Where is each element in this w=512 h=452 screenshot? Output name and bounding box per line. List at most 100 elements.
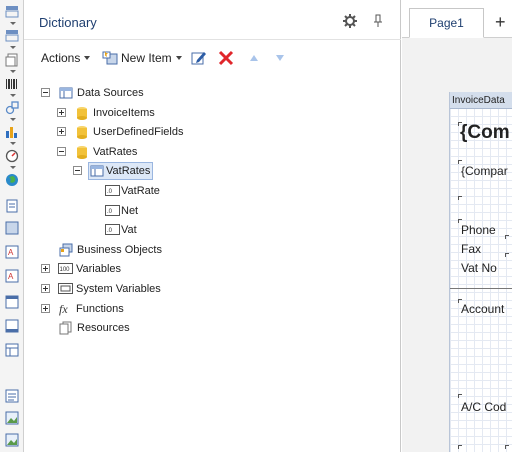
map-icon[interactable]	[3, 172, 20, 188]
expand-toggle[interactable]	[57, 127, 66, 136]
edit-button[interactable]	[191, 49, 207, 67]
column-icon: .0	[105, 205, 120, 216]
database-icon	[75, 145, 89, 159]
data-sources-icon	[59, 86, 73, 100]
actions-label: Actions	[41, 51, 81, 65]
chart-icon[interactable]	[3, 124, 20, 140]
tree-item-variables[interactable]: 100 Variables	[24, 261, 324, 277]
tree-label: Data Sources	[77, 87, 144, 99]
system-variables-icon	[58, 283, 73, 294]
resources-icon	[59, 321, 73, 335]
company-text[interactable]: {Compar	[461, 164, 508, 178]
text-icon[interactable]	[3, 198, 20, 214]
data-icon[interactable]	[3, 52, 20, 68]
expand-arrow-icon[interactable]	[10, 142, 16, 145]
tree-label: Vat	[121, 224, 137, 236]
rich-text-icon[interactable]	[3, 388, 20, 404]
arrow-down-icon	[276, 55, 284, 61]
report-design-area: Page1 + InvoiceData {Com {Compar Phone F…	[402, 0, 512, 452]
svg-text:A: A	[8, 272, 14, 281]
barcode-icon[interactable]	[3, 76, 20, 92]
pin-icon[interactable]	[373, 14, 383, 28]
component-corner	[458, 445, 462, 449]
svg-text:fx: fx	[59, 302, 68, 316]
expand-toggle[interactable]	[41, 264, 50, 273]
tree-item-vat-rates-source[interactable]: VatRates	[24, 144, 324, 160]
text-box-icon[interactable]: A	[3, 244, 20, 260]
svg-text:.0: .0	[107, 209, 113, 215]
table-icon[interactable]	[3, 342, 20, 358]
expand-arrow-icon[interactable]	[10, 46, 16, 49]
tree-item-column-vat-rate[interactable]: .0 VatRate	[24, 183, 324, 199]
variables-icon: 100	[58, 263, 73, 274]
new-item-icon	[102, 51, 118, 65]
panel-icon[interactable]	[3, 220, 20, 236]
page-tabs: Page1 +	[402, 0, 512, 38]
band-footer-icon[interactable]	[3, 318, 20, 334]
tree-label: System Variables	[76, 283, 161, 295]
tree-label: Variables	[76, 263, 122, 275]
tree-label: VatRate	[121, 185, 160, 197]
tree-item-invoice-items[interactable]: InvoiceItems	[24, 105, 324, 121]
image-icon[interactable]: A	[3, 268, 20, 284]
tree-item-business-objects[interactable]: Business Objects	[24, 242, 324, 258]
tab-page1[interactable]: Page1	[409, 8, 484, 38]
vat-no-label[interactable]: Vat No	[461, 261, 497, 275]
tree-item-functions[interactable]: fx Functions	[24, 301, 324, 317]
account-label[interactable]: Account	[461, 302, 504, 316]
gear-icon[interactable]	[343, 14, 357, 28]
tree-item-column-vat[interactable]: .0 Vat	[24, 222, 324, 238]
move-down-button[interactable]	[274, 49, 286, 67]
expand-arrow-icon[interactable]	[10, 94, 16, 97]
report-designer-window: A A Dictionary Actions New Item Data Sou…	[0, 0, 512, 452]
collapse-toggle[interactable]	[57, 147, 66, 156]
expand-arrow-icon[interactable]	[10, 22, 16, 25]
expand-arrow-icon[interactable]	[10, 118, 16, 121]
tree-label: Resources	[77, 322, 130, 334]
new-item-menu-button[interactable]: New Item	[102, 49, 182, 67]
move-up-button[interactable]	[248, 49, 260, 67]
report-page[interactable]: InvoiceData {Com {Compar Phone Fax Vat N…	[449, 92, 512, 452]
collapse-toggle[interactable]	[73, 166, 82, 175]
phone-label[interactable]: Phone	[461, 223, 496, 237]
band-header[interactable]: InvoiceData	[450, 92, 512, 109]
tree-item-system-variables[interactable]: System Variables	[24, 281, 324, 297]
company-name-text[interactable]: {Com	[460, 122, 510, 144]
component-corner	[505, 253, 509, 257]
page-icon[interactable]	[3, 28, 20, 44]
dictionary-toolbar: Actions New Item	[24, 41, 401, 75]
expand-arrow-icon[interactable]	[10, 166, 16, 169]
business-objects-icon	[59, 243, 73, 257]
picture-icon[interactable]	[3, 432, 20, 448]
expand-toggle[interactable]	[57, 108, 66, 117]
separator-line	[450, 288, 512, 289]
tree-item-vat-rates-table[interactable]: VatRates	[24, 162, 324, 180]
fax-label[interactable]: Fax	[461, 242, 481, 256]
collapse-toggle[interactable]	[41, 88, 50, 97]
tree-item-user-defined-fields[interactable]: UserDefinedFields	[24, 124, 324, 140]
dictionary-header: Dictionary	[24, 0, 401, 40]
new-item-label: New Item	[121, 51, 172, 65]
svg-text:.0: .0	[107, 228, 113, 234]
tree-item-resources[interactable]: Resources	[24, 320, 324, 336]
tree-label: VatRates	[93, 146, 138, 158]
expand-toggle[interactable]	[41, 304, 50, 313]
svg-text:100: 100	[60, 267, 71, 273]
shapes-icon[interactable]	[3, 100, 20, 116]
expand-arrow-icon[interactable]	[10, 70, 16, 73]
actions-menu-button[interactable]: Actions	[41, 49, 91, 67]
picture-icon[interactable]	[3, 410, 20, 426]
dictionary-panel: Dictionary Actions New Item Data Sources…	[24, 0, 401, 452]
expand-toggle[interactable]	[41, 284, 50, 293]
add-page-button[interactable]: +	[495, 8, 512, 38]
tree-item-data-sources[interactable]: Data Sources	[24, 85, 324, 101]
ac-code-label[interactable]: A/C Cod	[461, 400, 506, 414]
band-header-icon[interactable]	[3, 294, 20, 310]
database-icon	[75, 125, 89, 139]
tree-item-column-net[interactable]: .0 Net	[24, 203, 324, 219]
tree-label: InvoiceItems	[93, 107, 155, 119]
delete-button[interactable]	[218, 49, 234, 67]
report-icon[interactable]	[3, 4, 20, 20]
component-corner	[505, 235, 509, 239]
gauge-icon[interactable]	[3, 148, 20, 164]
